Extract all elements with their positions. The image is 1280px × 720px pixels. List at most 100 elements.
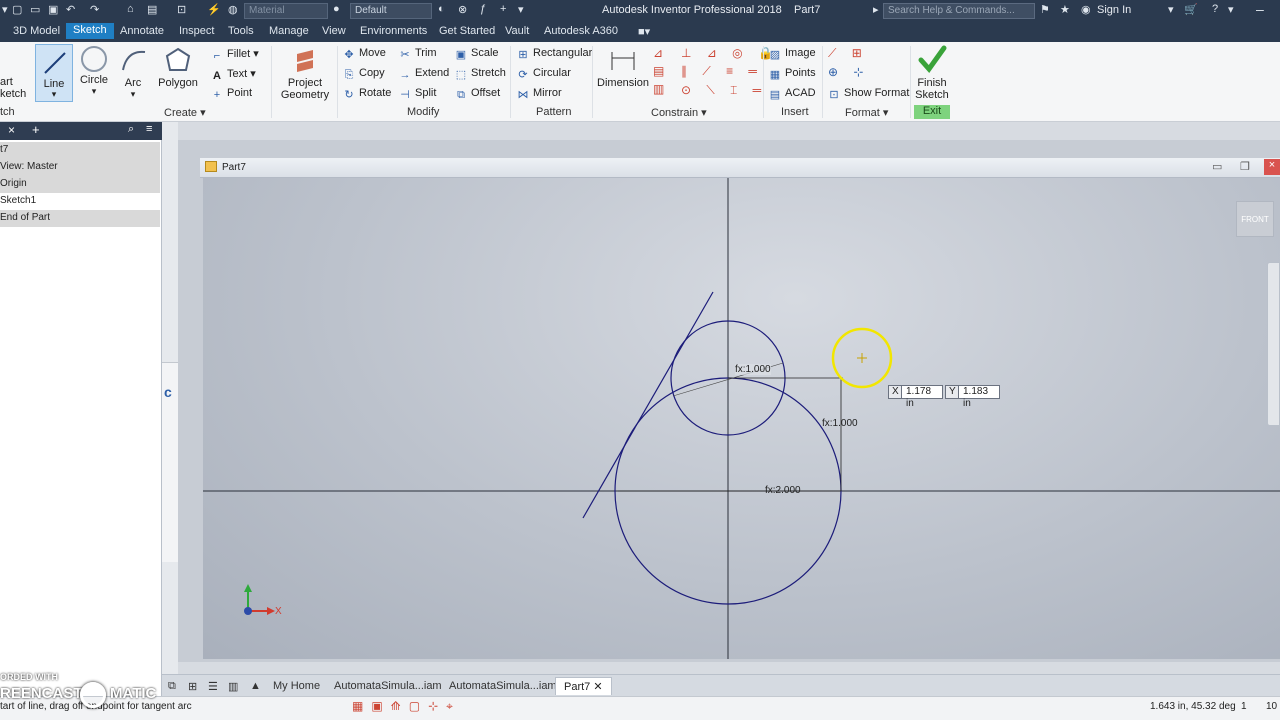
select-icon[interactable]: ⊡: [177, 3, 186, 19]
tree-item-end-of-part[interactable]: End of Part: [0, 210, 160, 227]
constraint-icons-col1[interactable]: ⊿ ▤ ▥: [653, 46, 664, 96]
arc-button[interactable]: Arc ▾: [117, 46, 149, 100]
redo-icon[interactable]: ↷: [90, 3, 99, 19]
close-icon[interactable]: ×: [8, 123, 15, 137]
adjust-icon[interactable]: ◐: [438, 3, 445, 19]
format-icons[interactable]: ⟋ ⊞ ⊕ ⊹: [828, 46, 869, 79]
material-dropdown[interactable]: Material: [244, 3, 328, 19]
close-tab-icon[interactable]: ✕: [593, 681, 602, 693]
format-panel-label[interactable]: Format ▾: [845, 106, 888, 119]
scale-button[interactable]: ▣ Scale: [455, 47, 499, 61]
doc-tab-my-home[interactable]: My Home: [273, 680, 320, 692]
copy-button[interactable]: ⎘ Copy: [343, 67, 385, 81]
tree-item-sketch1[interactable]: Sketch1: [0, 193, 160, 210]
polygon-button[interactable]: Polygon: [157, 46, 199, 89]
tab-inspect[interactable]: Inspect: [179, 25, 214, 37]
doc-tab-part7[interactable]: Part7 ✕: [555, 677, 612, 695]
update-icon[interactable]: ⚡: [207, 3, 221, 19]
window-restore-icon[interactable]: ❐: [1240, 160, 1250, 173]
project-geometry-button[interactable]: Project Geometry: [279, 46, 331, 101]
stretch-button[interactable]: ⬚ Stretch: [455, 67, 506, 81]
coord-x-input[interactable]: 1.178 in: [901, 385, 943, 409]
finish-sketch-button[interactable]: Finish Sketch: [912, 44, 952, 101]
extend-button[interactable]: → Extend: [399, 67, 450, 81]
dimension-label-vertical[interactable]: fx:1.000: [822, 418, 858, 429]
open-icon[interactable]: ▭: [30, 3, 40, 19]
circular-pattern-button[interactable]: ⟳ Circular: [517, 67, 571, 81]
start-sketch-button[interactable]: art ketch: [0, 76, 26, 100]
search-input[interactable]: Search Help & Commands...: [883, 3, 1035, 19]
sketch-canvas[interactable]: fx:1.000 fx:1.000 fx:2.000 X X 1.178 in …: [203, 178, 1280, 659]
coord-y-input[interactable]: 1.183 in: [958, 385, 1000, 409]
home-icon[interactable]: ⌂: [127, 3, 134, 19]
star-icon[interactable]: ★: [1060, 3, 1070, 19]
offset-button[interactable]: ⧉ Offset: [455, 87, 500, 101]
tab-autodesk-a360[interactable]: Autodesk A360: [544, 25, 618, 37]
customize-icon[interactable]: ▾: [518, 3, 524, 19]
circle-dropdown-icon[interactable]: ▾: [77, 86, 111, 97]
sign-in-link[interactable]: Sign In: [1097, 4, 1131, 16]
format-row-1[interactable]: ⟋ ⊞: [828, 46, 869, 61]
acad-button[interactable]: ▤ ACAD: [769, 87, 816, 101]
undo-icon[interactable]: ↶: [66, 3, 75, 19]
collinear-icon[interactable]: ▤: [653, 64, 664, 78]
appearance-dropdown[interactable]: Default: [350, 3, 432, 19]
fillet-button[interactable]: ⌐ Fillet ▾: [211, 47, 259, 62]
clear-appearance-icon[interactable]: ⊗: [458, 3, 467, 19]
window-close-icon[interactable]: ×: [1264, 159, 1280, 175]
tile-vertical-icon[interactable]: ▥: [228, 680, 238, 693]
constraint-row-1[interactable]: ⊥ ⊿ ◎ 🔒: [681, 46, 779, 60]
tree-item-origin[interactable]: Origin: [0, 176, 160, 193]
navigation-bar[interactable]: [1267, 262, 1280, 426]
coincident-icon[interactable]: ⊿: [653, 46, 664, 60]
point-button[interactable]: + Point: [211, 87, 252, 101]
constraint-icons-grid[interactable]: ⊥ ⊿ ◎ 🔒 ∥ ⟋ ≡ ═ ⊙ ⟍ ⌶ ═: [681, 46, 779, 98]
new-file-icon[interactable]: ▢: [12, 3, 22, 19]
save-icon[interactable]: ▣: [48, 3, 58, 19]
tab-environments[interactable]: Environments: [360, 25, 427, 37]
cart-icon[interactable]: 🛒: [1184, 3, 1198, 19]
line-dropdown-icon[interactable]: ▾: [36, 89, 72, 100]
dimension-label-horizontal[interactable]: fx:2.000: [765, 485, 801, 496]
tile-grid-icon[interactable]: ⊞: [188, 680, 197, 693]
video-icon[interactable]: ■▾: [638, 25, 650, 38]
tab-manage[interactable]: Manage: [269, 25, 309, 37]
create-panel-label[interactable]: Create ▾: [164, 106, 206, 119]
constraint-row-3[interactable]: ⊙ ⟍ ⌶ ═: [681, 83, 779, 98]
trim-button[interactable]: ✂ Trim: [399, 47, 436, 61]
menu-icon[interactable]: ≡: [146, 123, 152, 135]
view-cube[interactable]: FRONT: [1236, 201, 1274, 237]
doc-tab-automata-1[interactable]: AutomataSimula...iam: [334, 680, 442, 692]
tab-view[interactable]: View: [322, 25, 346, 37]
fx-icon[interactable]: ƒ: [480, 3, 486, 19]
format-row-2[interactable]: ⊕ ⊹: [828, 65, 869, 79]
tab-annotate[interactable]: Annotate: [120, 25, 164, 37]
material-icon[interactable]: ◍: [228, 3, 238, 19]
split-button[interactable]: ⊣ Split: [399, 87, 436, 101]
signin-dropdown-icon[interactable]: ▾: [1168, 3, 1174, 19]
rotate-button[interactable]: ↻ Rotate: [343, 87, 391, 101]
constraint-row-2[interactable]: ∥ ⟋ ≡ ═: [681, 64, 779, 79]
add-icon[interactable]: +: [500, 3, 506, 19]
constrain-panel-label[interactable]: Constrain ▾: [651, 106, 707, 119]
window-minimize-icon[interactable]: ▭: [1212, 160, 1222, 173]
concentric-icon[interactable]: ▥: [653, 82, 664, 96]
dimension-button[interactable]: Dimension: [597, 46, 649, 89]
tab-list-icon[interactable]: ▲: [250, 680, 261, 692]
dimension-label-small-circle[interactable]: fx:1.000: [735, 364, 771, 375]
tab-vault[interactable]: Vault: [505, 25, 529, 37]
tab-3d-model[interactable]: 3D Model: [13, 25, 60, 37]
circle-button[interactable]: Circle ▾: [77, 46, 111, 97]
add-icon[interactable]: +: [32, 122, 40, 137]
help-icon[interactable]: ?: [1212, 3, 1218, 19]
bookmark-icon[interactable]: ⚑: [1040, 3, 1050, 19]
tree-item-view-master[interactable]: View: Master: [0, 159, 160, 176]
arc-dropdown-icon[interactable]: ▾: [117, 89, 149, 100]
rectangular-pattern-button[interactable]: ⊞ Rectangular: [517, 47, 592, 61]
text-button[interactable]: A Text ▾: [211, 67, 256, 82]
move-button[interactable]: ✥ Move: [343, 47, 386, 61]
tab-tools[interactable]: Tools: [228, 25, 254, 37]
mirror-button[interactable]: ⋈ Mirror: [517, 87, 562, 101]
tab-sketch[interactable]: Sketch: [66, 23, 114, 39]
folder-icon[interactable]: ▤: [147, 3, 157, 19]
